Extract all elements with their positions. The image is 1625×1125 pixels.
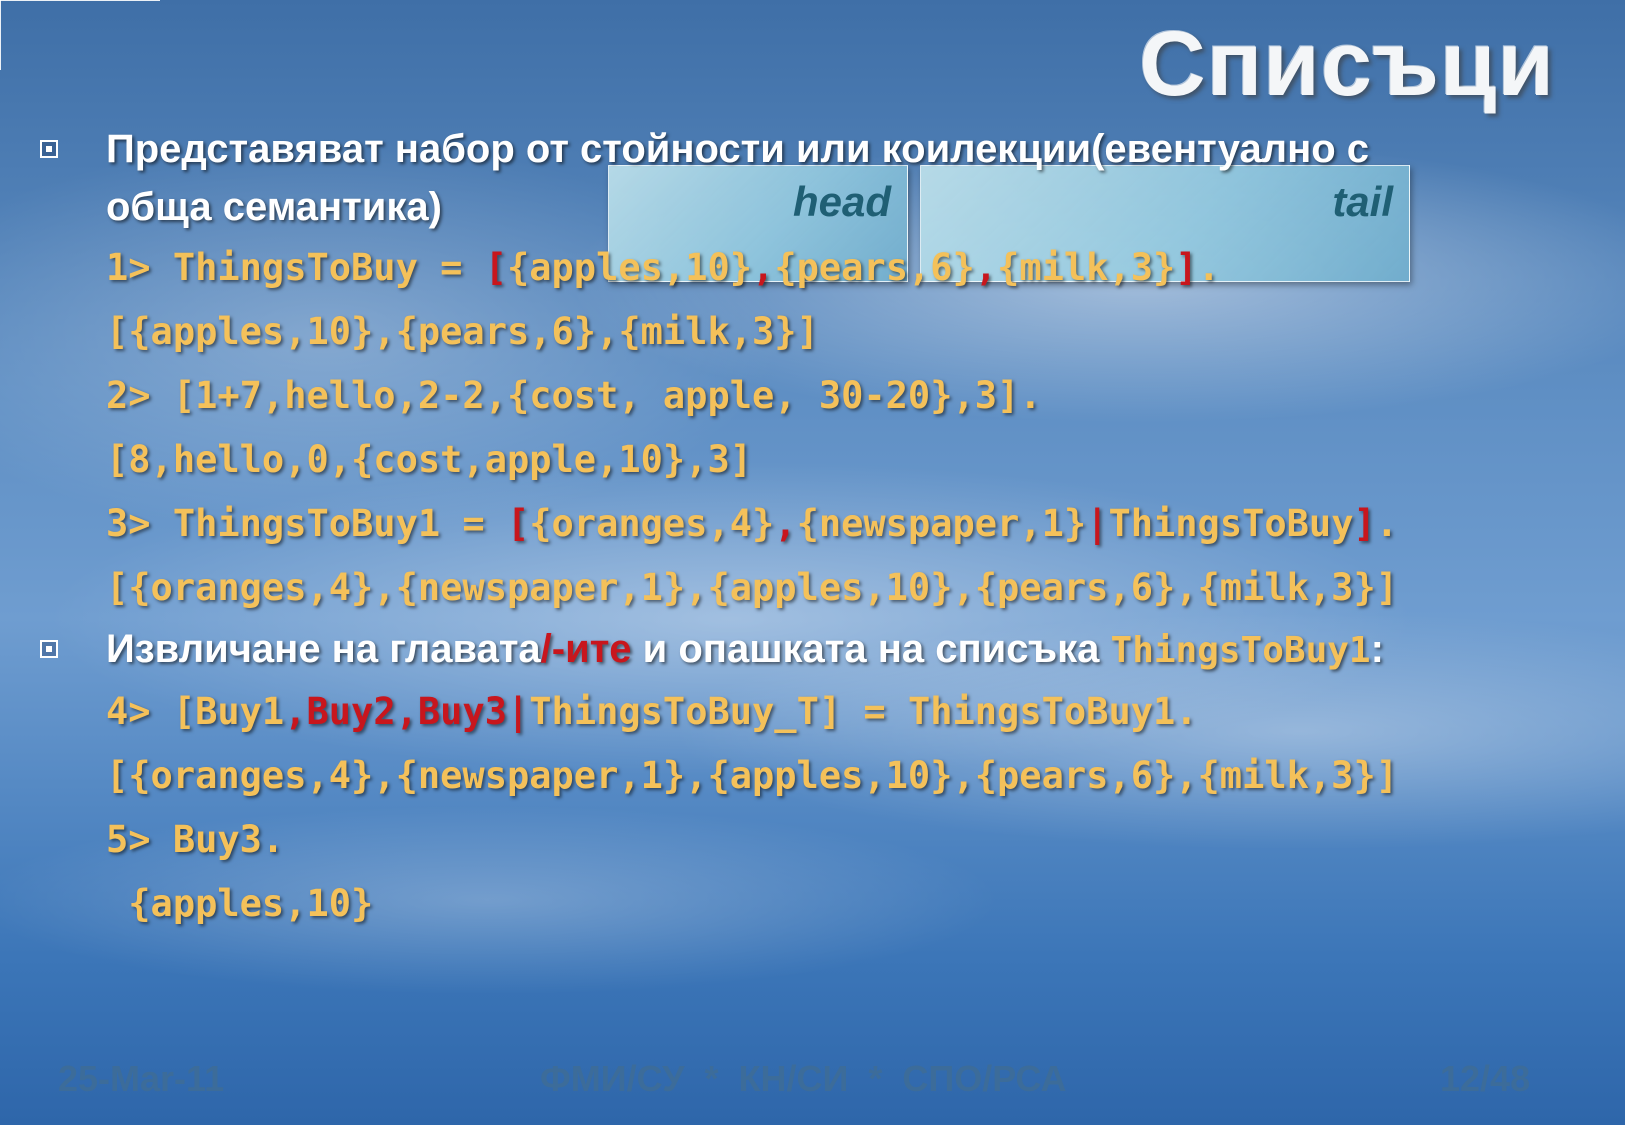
code-bracket-close: ]: [1175, 246, 1198, 289]
bullet-square-icon: [40, 640, 58, 658]
code-end: .: [1197, 246, 1220, 289]
bullet-text-end: :: [1370, 627, 1384, 671]
bullet-head-tail-extraction: Извличане на главата/-ите и опашката на …: [40, 620, 1600, 680]
code-line-4: 4> [Buy1,Buy2,Buy3|ThingsToBuy_T] = Thin…: [40, 680, 1600, 744]
code-line-5: 5> Buy3.: [106, 818, 285, 861]
code-red-part: ,Buy2,Buy3: [284, 690, 507, 733]
bullet-text-mid: и опашката на списъка: [631, 627, 1111, 671]
result-line-4: [{oranges,4},{newspaper,1},{apples,10},{…: [106, 754, 1399, 797]
code-rest: ThingsToBuy_T] = ThingsToBuy1.: [529, 690, 1198, 733]
code-line-3: 3> ThingsToBuy1 = [{oranges,4},{newspape…: [40, 492, 1600, 556]
code-tuple: {newspaper,1}: [796, 502, 1087, 545]
footer-center: ФМИ/СУ * КН/СИ * СПО/РСА: [540, 1058, 1067, 1099]
bullet-text-var: ThingsToBuy1: [1110, 630, 1371, 671]
bullet-text-pre: Извличане на главата: [106, 627, 541, 671]
bullet-square-icon: [40, 140, 58, 158]
result-line-3: [{oranges,4},{newspaper,1},{apples,10},{…: [106, 566, 1399, 609]
code-bar: |: [506, 690, 530, 733]
bullet-line-1: Представяват набор от стойности или коил…: [106, 127, 1370, 171]
code-prompt: 3> ThingsToBuy1 =: [106, 502, 507, 545]
code-prompt: 1> ThingsToBuy =: [106, 246, 485, 289]
code-comma: ,: [774, 502, 797, 545]
result-line-1: [{apples,10},{pears,6},{milk,3}]: [106, 310, 819, 353]
code-prompt: 4> [Buy1: [106, 690, 285, 733]
code-comma: ,: [752, 246, 775, 289]
result-line-5: {apples,10}: [106, 882, 374, 925]
code-tuple: {milk,3}: [997, 246, 1176, 289]
code-bracket-open: [: [484, 246, 507, 289]
corner-line-horizontal: [0, 0, 160, 1]
footer-date: 25-Mar-11: [58, 1058, 225, 1099]
bullet-text-red: /-ите: [540, 627, 632, 671]
code-rest: ThingsToBuy: [1108, 502, 1354, 545]
code-bracket-close: ]: [1353, 502, 1376, 545]
slide-content: Представяват набор от стойности или коил…: [40, 120, 1600, 936]
code-line-2: 2> [1+7,hello,2-2,{cost, apple, 30-20},3…: [106, 374, 1042, 417]
slide-title: Списъци: [1139, 13, 1555, 115]
code-tuple: {apples,10}: [506, 246, 753, 289]
bullet-line: Извличане на главата/-ите и опашката на …: [106, 620, 1600, 680]
code-end: .: [1375, 502, 1399, 545]
bullet-line-2: обща семантика): [106, 185, 442, 229]
code-comma: ,: [974, 246, 998, 289]
code-tuple: {oranges,4}: [529, 502, 775, 545]
corner-line-vertical: [0, 0, 1, 70]
code-tuple: {pears,6}: [774, 246, 975, 289]
code-line-1: 1> ThingsToBuy = [{apples,10},{pears,6},…: [40, 236, 1600, 300]
bullet-lists-definition: Представяват набор от стойности или коил…: [40, 120, 1600, 236]
code-bar: |: [1086, 502, 1109, 545]
footer-page-number: 12/48: [1440, 1058, 1531, 1099]
result-line-2: [8,hello,0,{cost,apple,10},3]: [106, 438, 753, 481]
code-bracket-open: [: [506, 502, 530, 545]
